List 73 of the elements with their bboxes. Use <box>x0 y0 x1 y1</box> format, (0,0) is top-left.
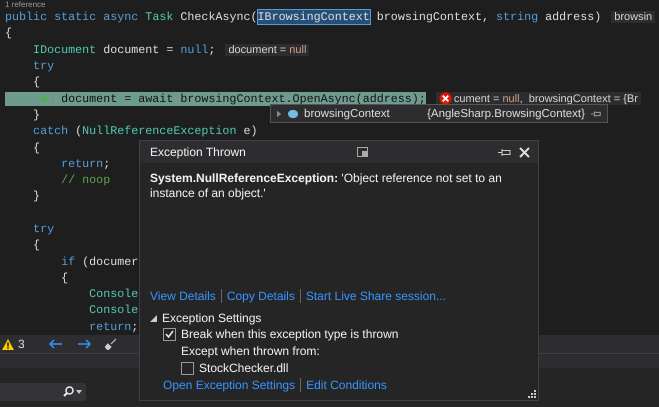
current-statement-code: document = await browsingContext.OpenAsync(address); <box>5 92 426 106</box>
code-token: ; <box>208 42 216 57</box>
popup-link[interactable]: Copy Details <box>226 289 295 303</box>
code-token: return <box>60 156 104 171</box>
code-token: IDocument <box>32 42 96 57</box>
checkbox[interactable] <box>181 362 194 374</box>
code-token: NullReferenceException <box>82 124 236 138</box>
except-label: Except when thrown from: <box>181 344 321 358</box>
inline-value-hint: cument = null, browsingContext = {Br <box>436 92 641 106</box>
code-token: string <box>495 10 538 24</box>
code-token: // noop <box>60 173 110 188</box>
popup-link[interactable]: Open Exception Settings <box>163 378 296 392</box>
popup-link[interactable]: Edit Conditions <box>306 378 387 392</box>
code-token: IBrowsingContext <box>258 10 370 24</box>
code-token: address) <box>544 10 602 24</box>
checkbox[interactable] <box>163 328 176 340</box>
checkbox-label: StockChecker.dll <box>199 361 288 375</box>
window-icon[interactable] <box>357 147 368 157</box>
collapse-triangle-icon[interactable] <box>150 314 157 322</box>
code-token: catch <box>32 124 68 138</box>
variable-value: {AngleSharp.BrowsingContext} <box>427 108 585 120</box>
warning-count: 3 <box>18 337 25 351</box>
inline-value-hint: browsin <box>611 11 656 24</box>
code-token: document = <box>102 42 174 57</box>
code-token: Task <box>144 10 174 24</box>
code-token: ; <box>103 156 110 171</box>
code-token: Console <box>88 303 138 318</box>
popup-title: Exception Thrown <box>150 145 247 159</box>
code-token: { <box>32 75 40 90</box>
section-title: Exception Settings <box>162 311 262 325</box>
code-token: if <box>60 254 76 269</box>
variable-name: browsingContext <box>304 108 391 120</box>
code-token: { <box>32 238 40 252</box>
code-token: browsingContext, <box>376 10 489 24</box>
code-token: Console <box>88 287 138 302</box>
code-token: ( <box>74 124 82 138</box>
forward-arrow-icon[interactable] <box>76 339 91 349</box>
code-token: async <box>102 10 138 24</box>
popup-link[interactable]: View Details <box>150 289 216 303</box>
expand-icon[interactable] <box>277 110 282 118</box>
error-icon <box>438 92 452 106</box>
code-token: e) <box>242 124 258 138</box>
code-token: } <box>32 189 40 204</box>
code-token: try <box>32 222 54 236</box>
back-arrow-icon[interactable] <box>48 339 63 349</box>
warning-icon[interactable] <box>2 338 14 350</box>
code-token: { <box>32 140 40 155</box>
code-token: { <box>60 270 68 285</box>
exception-message: System.NullReferenceException: 'Object reference not set to an instance of an object.' <box>150 171 503 202</box>
code-token: ; <box>131 320 138 334</box>
code-token: try <box>32 59 54 74</box>
code-token: return <box>88 320 132 334</box>
search-field[interactable] <box>0 382 86 400</box>
resize-grip-icon[interactable] <box>528 390 536 398</box>
dropdown-caret-icon[interactable] <box>76 390 82 394</box>
code-token: public <box>5 10 48 24</box>
search-icon[interactable] <box>63 386 74 397</box>
data-tip[interactable]: browsingContext {AngleSharp.BrowsingContext} <box>270 104 608 123</box>
close-icon[interactable] <box>519 146 530 158</box>
checkbox-label: Break when this exception type is thrown <box>181 327 398 341</box>
code-token: } <box>32 108 40 122</box>
codelens-text[interactable]: 1 reference <box>0 0 46 9</box>
popup-link[interactable]: Start Live Share session... <box>306 289 446 303</box>
broom-icon[interactable] <box>104 338 117 350</box>
inline-value-hint: document = null <box>225 44 310 56</box>
code-token: null <box>179 42 208 57</box>
pin-icon[interactable] <box>498 148 511 156</box>
code-token: static <box>53 10 96 24</box>
pin-icon[interactable] <box>590 110 601 118</box>
object-icon <box>288 108 298 118</box>
code-token: { <box>5 26 12 40</box>
code-token: (documer <box>81 254 138 269</box>
code-token: CheckAsync( <box>179 10 258 24</box>
